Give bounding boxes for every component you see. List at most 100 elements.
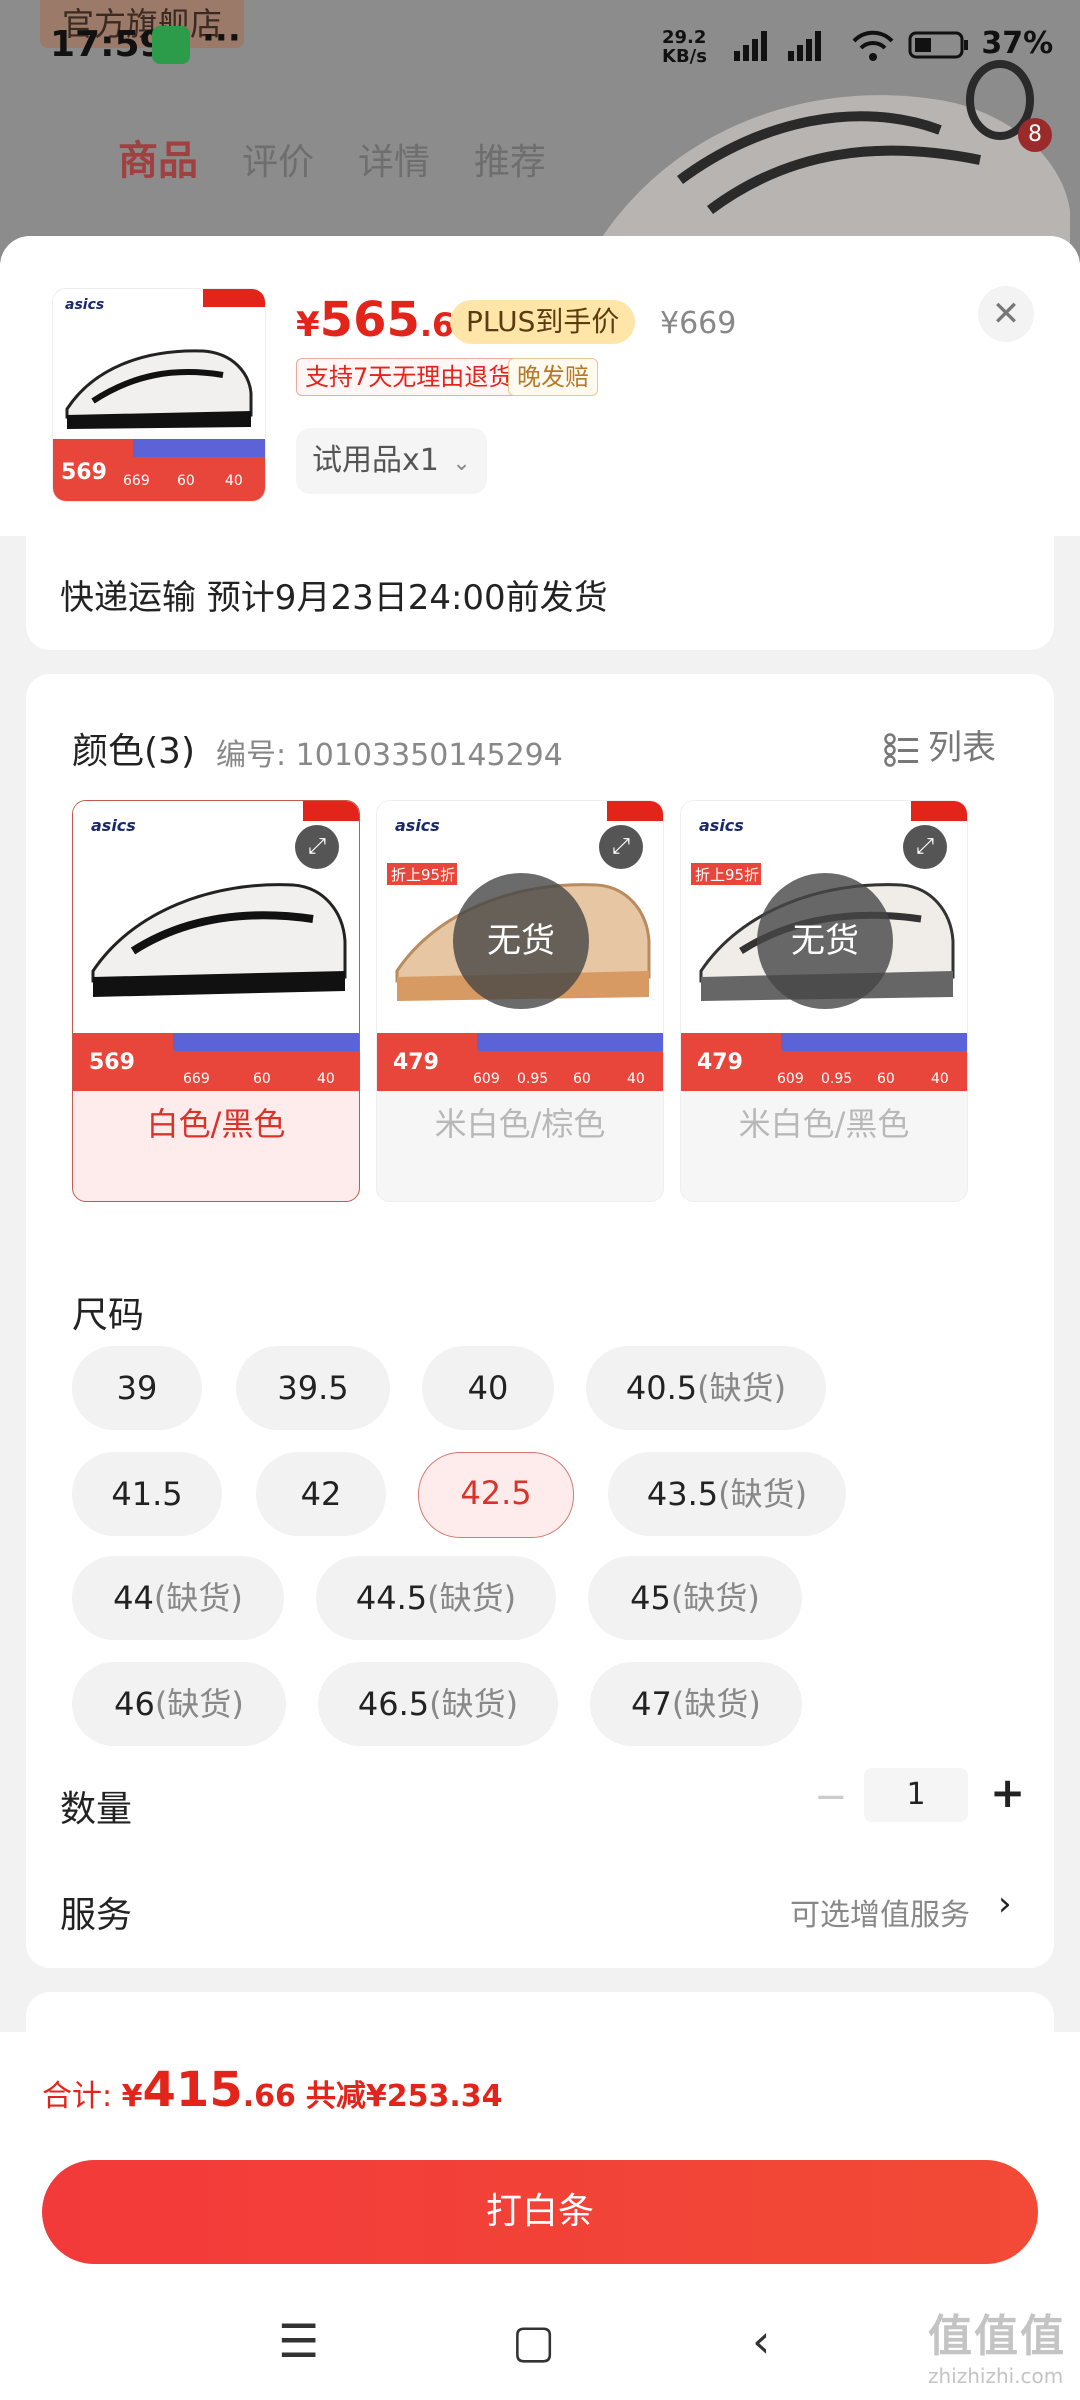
status-bar: 17:59 ··· 29.2 KB/s 37% — [0, 18, 1080, 78]
color-option-label: 白色/黑色 — [146, 1105, 286, 1143]
quantity-input[interactable]: 1 — [864, 1768, 968, 1822]
out-of-stock-overlay: 无货 — [453, 873, 589, 1009]
background-tabs: 商品 评价 详情 推荐 — [118, 128, 590, 186]
original-price: ¥669 — [660, 306, 737, 341]
status-time: 17:59 — [50, 24, 165, 65]
home-icon[interactable]: ▢ — [512, 2314, 555, 2368]
color-option-label: 米白色/棕色 — [434, 1105, 606, 1143]
sku-selector-sheet: asics 569 669 60 40 ¥565.66 PLUS到手价 ¥669… — [0, 236, 1080, 2400]
size-chip-39-5[interactable]: 39.5 — [236, 1346, 390, 1430]
expand-icon[interactable]: ⤢ — [295, 825, 339, 869]
color-section-title: 颜色(3) — [72, 731, 195, 772]
late-delivery-tag: 晚发赔 — [508, 358, 598, 396]
service-option-link[interactable]: 可选增值服务 — [790, 1890, 970, 1934]
chevron-right-icon[interactable]: › — [998, 1884, 1012, 1924]
wechat-icon — [152, 26, 190, 64]
tab-reviews[interactable]: 评价 — [242, 142, 314, 183]
tab-product[interactable]: 商品 — [118, 138, 198, 184]
size-chip-46[interactable]: 46(缺货) — [72, 1662, 286, 1746]
size-chip-40[interactable]: 40 — [422, 1346, 554, 1430]
size-chip-40-5[interactable]: 40.5(缺货) — [586, 1346, 826, 1430]
size-chip-44-5[interactable]: 44.5(缺货) — [316, 1556, 556, 1640]
svg-text:60: 60 — [573, 1071, 591, 1087]
svg-text:60: 60 — [253, 1071, 271, 1087]
svg-text:asics: asics — [699, 816, 744, 835]
sku-options-card: 颜色(3) 编号: 10103350145294 列表 asics 569 66… — [26, 674, 1054, 1968]
order-total: 合计: ¥415.66 共减¥253.34 — [42, 2062, 503, 2118]
size-chip-41-5[interactable]: 41.5 — [72, 1452, 222, 1536]
expand-icon[interactable]: ⤢ — [903, 825, 947, 869]
battery-percent: 37% — [981, 26, 1054, 61]
size-chip-42-5[interactable]: 42.5 — [418, 1452, 574, 1538]
svg-text:569: 569 — [89, 1050, 135, 1075]
quantity-minus-button[interactable]: − — [814, 1774, 848, 1820]
thumb-price: 569 — [61, 460, 107, 485]
back-icon[interactable]: ‹ — [752, 2314, 770, 2368]
sku-number: 编号: 10103350145294 — [216, 738, 563, 773]
tab-recommend[interactable]: 推荐 — [474, 142, 546, 183]
out-of-stock-overlay: 无货 — [757, 873, 893, 1009]
plus-price-tag: PLUS到手价 — [450, 300, 636, 344]
watermark: 值值值 zhizhizhi.com — [928, 2311, 1066, 2388]
size-chip-44[interactable]: 44(缺货) — [72, 1556, 284, 1640]
menu-icon[interactable]: ☰ — [278, 2314, 319, 2368]
color-option-beige-black[interactable]: asics 折上95折 479 609 0.95 60 40 无货 ⤢ 米白色/… — [680, 800, 968, 1202]
product-thumbnail-image: asics 569 669 60 40 — [53, 289, 265, 501]
size-chip-43-5[interactable]: 43.5(缺货) — [608, 1452, 846, 1536]
trial-item-selector[interactable]: 试用品x1 ⌄ — [296, 428, 487, 494]
list-view-toggle[interactable]: 列表 — [884, 720, 996, 769]
battery-icon — [908, 31, 968, 58]
savings-text: 共减¥253.34 — [305, 2079, 503, 2114]
signal-icon — [734, 30, 821, 61]
svg-text:609: 609 — [473, 1071, 500, 1087]
net-speed: 29.2 KB/s — [662, 27, 707, 67]
tab-details[interactable]: 详情 — [358, 142, 430, 183]
size-chip-42[interactable]: 42 — [256, 1452, 386, 1536]
svg-text:479: 479 — [393, 1050, 439, 1075]
system-nav-bar: ☰ ▢ ‹ — [0, 2304, 1080, 2400]
svg-text:40: 40 — [931, 1071, 949, 1087]
size-chip-47[interactable]: 47(缺货) — [590, 1662, 802, 1746]
svg-text:折上95折: 折上95折 — [391, 866, 455, 884]
trial-item-label: 试用品x1 — [312, 443, 439, 478]
svg-text:0.95: 0.95 — [821, 1071, 852, 1087]
svg-text:asics: asics — [91, 816, 136, 835]
svg-text:asics: asics — [395, 816, 440, 835]
color-option-label: 米白色/黑色 — [738, 1105, 910, 1143]
svg-text:0.95: 0.95 — [517, 1071, 548, 1087]
thumb-brand: asics — [65, 297, 104, 313]
svg-text:60: 60 — [877, 1071, 895, 1087]
size-chip-39[interactable]: 39 — [72, 1346, 202, 1430]
color-option-white-black[interactable]: asics 569 669 60 40 ⤢ 白色/黑色 — [72, 800, 360, 1202]
close-button[interactable]: ✕ — [978, 286, 1034, 342]
status-right: 37% — [730, 26, 1053, 63]
chevron-down-icon: ⌄ — [452, 451, 471, 476]
color-option-beige-brown[interactable]: asics 折上95折 479 609 0.95 60 40 无货 ⤢ 米白色/… — [376, 800, 664, 1202]
svg-text:609: 609 — [777, 1071, 804, 1087]
quantity-label: 数量 — [60, 1789, 133, 1830]
quantity-plus-button[interactable]: + — [990, 1768, 1025, 1817]
svg-text:669: 669 — [183, 1071, 210, 1087]
expand-icon[interactable]: ⤢ — [599, 825, 643, 869]
more-notifications-icon: ··· — [202, 18, 241, 58]
shipping-text: 快递运输 预计9月23日24:00前发货 — [60, 578, 608, 618]
thumb-cell: 40 — [225, 473, 243, 489]
return-policy-tag: 支持7天无理由退货 — [296, 358, 522, 396]
checkout-footer: 合计: ¥415.66 共减¥253.34 打白条 ☰ ▢ ‹ — [0, 2032, 1080, 2400]
wifi-icon — [852, 30, 894, 61]
list-icon — [884, 732, 918, 767]
size-chip-46-5[interactable]: 46.5(缺货) — [318, 1662, 558, 1746]
size-section-title: 尺码 — [72, 1295, 145, 1336]
svg-text:40: 40 — [317, 1071, 335, 1087]
background-shoe-image — [600, 60, 1070, 260]
pay-with-baitiao-button[interactable]: 打白条 — [42, 2160, 1038, 2264]
product-thumbnail[interactable]: asics 569 669 60 40 — [52, 288, 266, 502]
thumb-cell: 669 — [123, 473, 150, 489]
svg-text:折上95折: 折上95折 — [695, 866, 759, 884]
sheet-header: asics 569 669 60 40 ¥565.66 PLUS到手价 ¥669… — [0, 236, 1080, 536]
close-icon: ✕ — [991, 294, 1021, 334]
size-chip-45[interactable]: 45(缺货) — [588, 1556, 802, 1640]
thumb-cell: 60 — [177, 473, 195, 489]
service-label: 服务 — [60, 1895, 133, 1936]
svg-text:479: 479 — [697, 1050, 743, 1075]
